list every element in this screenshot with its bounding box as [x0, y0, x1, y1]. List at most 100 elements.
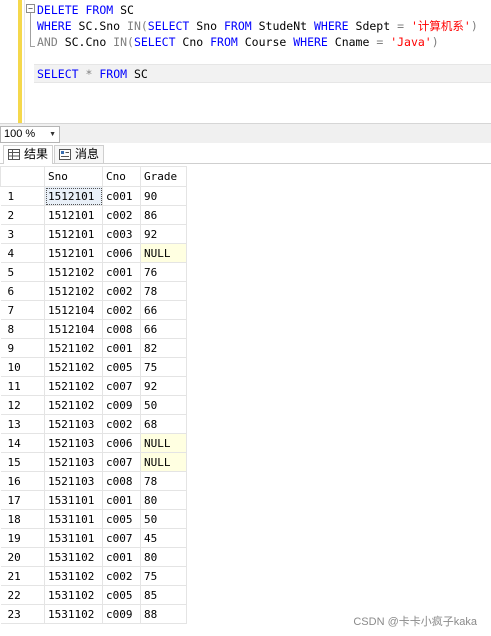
table-row[interactable]: 21 1531102 c002 75	[0, 566, 187, 586]
table-cell[interactable]: 1531102	[44, 547, 103, 567]
row-number[interactable]: 11	[0, 376, 45, 396]
table-row[interactable]: 16 1521103 c008 78	[0, 471, 187, 491]
column-header[interactable]: Sno	[44, 166, 103, 187]
sql-editor[interactable]: − DELETE FROM SC WHERE SC.Sno IN(SELECT S…	[0, 0, 491, 123]
table-cell[interactable]: c008	[102, 471, 141, 491]
row-number[interactable]: 17	[0, 490, 45, 510]
table-cell[interactable]: 1531102	[44, 566, 103, 586]
table-cell[interactable]: 75	[140, 566, 187, 586]
table-cell[interactable]: c001	[102, 547, 141, 567]
table-cell[interactable]: 92	[140, 224, 187, 244]
table-cell[interactable]: c005	[102, 357, 141, 377]
table-cell[interactable]: 1512101	[44, 186, 103, 206]
table-cell[interactable]: 50	[140, 509, 187, 529]
table-cell[interactable]: 80	[140, 547, 187, 567]
table-cell[interactable]: 92	[140, 376, 187, 396]
row-number[interactable]: 14	[0, 433, 45, 453]
table-cell[interactable]: 50	[140, 395, 187, 415]
column-header[interactable]: Cno	[102, 166, 141, 187]
table-cell[interactable]: c007	[102, 452, 141, 472]
table-cell[interactable]: c006	[102, 433, 141, 453]
table-cell[interactable]: 86	[140, 205, 187, 225]
table-row[interactable]: 18 1531101 c005 50	[0, 509, 187, 529]
table-cell[interactable]: 1531102	[44, 604, 103, 624]
table-row[interactable]: 12 1521102 c009 50	[0, 395, 187, 415]
table-cell[interactable]: 66	[140, 319, 187, 339]
table-row[interactable]: 7 1512104 c002 66	[0, 300, 187, 320]
row-number[interactable]: 19	[0, 528, 45, 548]
results-grid[interactable]: Sno Cno Grade 1 1512101 c001 90 2 1512101 c002…	[0, 164, 491, 636]
table-cell[interactable]: 1512102	[44, 262, 103, 282]
table-cell[interactable]: 1512101	[44, 205, 103, 225]
table-cell[interactable]: c002	[102, 566, 141, 586]
row-number[interactable]: 20	[0, 547, 45, 567]
table-row[interactable]: 20 1531102 c001 80	[0, 547, 187, 567]
row-number[interactable]: 1	[0, 186, 45, 206]
row-number[interactable]: 10	[0, 357, 45, 377]
table-cell[interactable]: c001	[102, 186, 141, 206]
collapse-icon[interactable]: −	[26, 4, 35, 13]
row-number[interactable]: 2	[0, 205, 45, 225]
table-row[interactable]: 15 1521103 c007 NULL	[0, 452, 187, 472]
table-cell[interactable]: c007	[102, 376, 141, 396]
row-number[interactable]: 8	[0, 319, 45, 339]
table-cell[interactable]: 76	[140, 262, 187, 282]
table-cell[interactable]: c007	[102, 528, 141, 548]
table-cell[interactable]: 1521103	[44, 433, 103, 453]
chevron-down-icon[interactable]: ▼	[49, 127, 56, 142]
table-cell[interactable]: c006	[102, 243, 141, 263]
table-cell[interactable]: 1512104	[44, 300, 103, 320]
table-cell[interactable]: 1521102	[44, 338, 103, 358]
table-row[interactable]: 19 1531101 c007 45	[0, 528, 187, 548]
table-row[interactable]: 5 1512102 c001 76	[0, 262, 187, 282]
table-cell[interactable]: NULL	[140, 452, 187, 472]
table-cell[interactable]: 1531101	[44, 528, 103, 548]
table-cell[interactable]: 78	[140, 281, 187, 301]
row-number[interactable]: 18	[0, 509, 45, 529]
table-cell[interactable]: 45	[140, 528, 187, 548]
table-row[interactable]: 4 1512101 c006 NULL	[0, 243, 187, 263]
table-row[interactable]: 3 1512101 c003 92	[0, 224, 187, 244]
code-line[interactable]: AND SC.Cno IN(SELECT Cno FROM Course WHE…	[37, 34, 439, 50]
table-row[interactable]: 2 1512101 c002 86	[0, 205, 187, 225]
table-cell[interactable]: c003	[102, 224, 141, 244]
table-cell[interactable]: 1521103	[44, 414, 103, 434]
tab-results[interactable]: 结果	[3, 145, 54, 164]
table-row[interactable]: 10 1521102 c005 75	[0, 357, 187, 377]
table-row[interactable]: 13 1521103 c002 68	[0, 414, 187, 434]
table-cell[interactable]: 66	[140, 300, 187, 320]
table-cell[interactable]: c001	[102, 490, 141, 510]
row-number[interactable]: 15	[0, 452, 45, 472]
table-cell[interactable]: 1521102	[44, 395, 103, 415]
table-cell[interactable]: c002	[102, 300, 141, 320]
table-row[interactable]: 9 1521102 c001 82	[0, 338, 187, 358]
table-cell[interactable]: c002	[102, 205, 141, 225]
table-row[interactable]: 14 1521103 c006 NULL	[0, 433, 187, 453]
table-cell[interactable]: 88	[140, 604, 187, 624]
table-cell[interactable]: 1521103	[44, 452, 103, 472]
row-number[interactable]: 23	[0, 604, 45, 624]
table-row[interactable]: 23 1531102 c009 88	[0, 604, 187, 624]
table-cell[interactable]: 1512102	[44, 281, 103, 301]
table-cell[interactable]: 75	[140, 357, 187, 377]
zoom-select[interactable]: 100 % ▼	[0, 126, 60, 143]
table-cell[interactable]: 1512101	[44, 243, 103, 263]
table-cell[interactable]: 1531102	[44, 585, 103, 605]
row-number[interactable]: 7	[0, 300, 45, 320]
table-row[interactable]: 22 1531102 c005 85	[0, 585, 187, 605]
table-cell[interactable]: c001	[102, 262, 141, 282]
table-cell[interactable]: c002	[102, 281, 141, 301]
code-line[interactable]: SELECT * FROM SC	[37, 66, 148, 82]
row-number[interactable]: 16	[0, 471, 45, 491]
code-line[interactable]: WHERE SC.Sno IN(SELECT Sno FROM StudeNt …	[37, 18, 478, 34]
table-cell[interactable]: c008	[102, 319, 141, 339]
table-cell[interactable]: 80	[140, 490, 187, 510]
table-cell[interactable]: 1531101	[44, 490, 103, 510]
table-cell[interactable]: 82	[140, 338, 187, 358]
table-cell[interactable]: 1521102	[44, 357, 103, 377]
table-cell[interactable]: 1521103	[44, 471, 103, 491]
table-cell[interactable]: NULL	[140, 243, 187, 263]
row-number[interactable]: 5	[0, 262, 45, 282]
row-number[interactable]: 13	[0, 414, 45, 434]
row-number[interactable]: 21	[0, 566, 45, 586]
